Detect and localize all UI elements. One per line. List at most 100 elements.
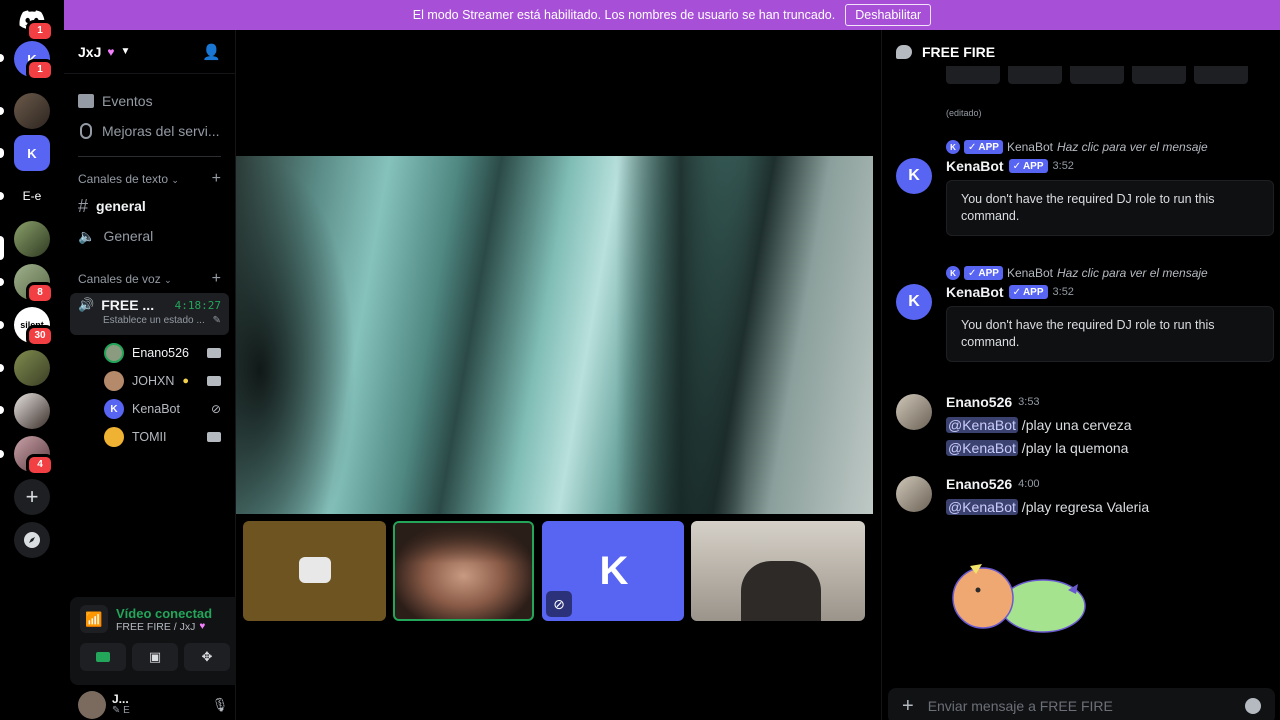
embed-button[interactable] [1132,66,1186,84]
reply-text[interactable]: Haz clic para ver el mensaje [1057,266,1208,280]
voice-user[interactable]: K KenaBot ⊘ [64,395,235,423]
app-tag-label: APP [978,141,999,153]
video-tile-camera-off[interactable] [243,521,386,621]
mention[interactable]: @KenaBot [946,440,1018,456]
person-shape [741,561,821,621]
server-photo-6[interactable]: 4 [14,436,54,476]
banner-text: El modo Streamer está habilitado. Los no… [412,8,836,22]
mention[interactable]: @KenaBot [946,499,1018,515]
edit-icon[interactable]: ✎ [213,315,221,326]
signal-icon[interactable]: 📶 [80,605,108,633]
message-composer[interactable]: + Enviar mensaje a FREE FIRE [888,688,1275,720]
reply-text[interactable]: Haz clic para ver el mensaje [1057,140,1208,154]
message-line: @KenaBot /play la quemona [946,437,1132,460]
message-author[interactable]: Enano526 [946,394,1012,410]
reply-author[interactable]: KenaBot [1007,266,1053,280]
discord-window: 1 K 1 K E-e 8 silent 30 [0,0,1280,720]
server-photo-2[interactable] [14,221,50,257]
server-avatar-image [14,221,50,257]
unread-pill [0,321,4,329]
microphone-icon[interactable]: 🎙 [212,697,229,713]
guild-header[interactable]: JxJ ♥ ▼ 👤 [64,30,235,74]
avatar[interactable]: K [896,284,932,320]
avatar [104,343,124,363]
add-attachment-icon[interactable]: + [902,695,914,718]
voice-user-name: TOMII [132,430,167,444]
kena-logo-icon: K [599,549,629,593]
events-item[interactable]: Eventos [64,86,235,116]
voice-user[interactable]: TOMII [64,423,235,451]
text-category[interactable]: Canales de texto ⌄ + [64,167,235,191]
server-photo-5[interactable] [14,393,50,429]
chevron-down-icon: ⌄ [164,275,172,285]
divider [78,156,221,157]
voice-category[interactable]: Canales de voz ⌄ + [64,267,235,291]
app-tag: ✓ APP [1008,159,1048,173]
channel-general-voice[interactable]: 🔈 General [64,221,235,251]
video-tile-user[interactable] [691,521,865,621]
app-tag: ✓ APP [964,140,1003,154]
voice-timer: 4:18:27 [174,298,221,312]
server-avatar-image [14,93,50,129]
avatar[interactable] [896,394,932,430]
events-label: Eventos [102,93,153,109]
app-tag: ✓ APP [964,266,1003,280]
screen-share-button[interactable]: ▣ [132,643,178,671]
sticker-image[interactable] [948,560,1088,644]
avatar[interactable] [78,691,106,719]
server-photo-3[interactable]: 8 [14,264,54,304]
video-tile-kenabot[interactable]: K ⊘ [542,521,684,621]
unread-badge: 4 [26,454,54,476]
unread-pill [0,364,4,372]
mention[interactable]: @KenaBot [946,417,1018,433]
message-input[interactable]: Enviar mensaje a FREE FIRE [928,698,1231,714]
voice-user[interactable]: JOHXN ● [64,367,235,395]
unread-pill [0,450,4,458]
app-tag-label: APP [1022,160,1044,172]
voice-connected-title[interactable]: Vídeo conectad [116,606,212,621]
video-tile-speaking[interactable] [393,521,534,621]
embed-button[interactable] [1008,66,1062,84]
channel-general-text[interactable]: # general [64,191,235,221]
message-author[interactable]: KenaBot [946,158,1004,174]
avatar[interactable] [896,476,932,512]
server-photo-4[interactable] [14,350,50,386]
app-tag: ✓ APP [1008,285,1048,299]
boost-icon [80,123,92,139]
avatar[interactable]: K [896,158,932,194]
server-rail: 1 K 1 K E-e 8 silent 30 [0,0,64,720]
camera-icon [207,376,221,386]
server-kena[interactable]: K 1 [14,41,54,81]
embed-button[interactable] [1194,66,1248,84]
message-embed: You don't have the required DJ role to r… [946,180,1274,236]
add-channel-icon[interactable]: + [212,270,221,288]
channel-sidebar: JxJ ♥ ▼ 👤 Eventos Mejoras del servi... C… [64,30,292,720]
message-author[interactable]: KenaBot [946,284,1004,300]
boosts-item[interactable]: Mejoras del servi... [64,116,235,146]
reply-author[interactable]: KenaBot [1007,140,1053,154]
emoji-icon[interactable] [1245,698,1261,714]
voice-channel-free-fire[interactable]: 🔊 FREE ... 4:18:27 Establece un estado .… [70,293,229,335]
add-server-button[interactable]: + [14,479,50,515]
server-photo-1[interactable] [14,93,50,129]
embed-button[interactable] [946,66,1000,84]
server-e-e[interactable]: E-e [14,178,50,214]
message-author[interactable]: Enano526 [946,476,1012,492]
server-silent[interactable]: silent 30 [14,307,54,347]
discord-home-button[interactable]: 1 [14,2,54,42]
add-channel-icon[interactable]: + [212,170,221,188]
embed-button[interactable] [1070,66,1124,84]
voice-connected-subtitle: FREE FIRE / JxJ [116,620,196,633]
explore-servers-button[interactable] [14,522,50,558]
camera-toggle-button[interactable] [80,643,126,671]
voice-status: Establece un estado ... [103,315,205,326]
invite-people-icon[interactable]: 👤 [202,43,221,61]
voice-user[interactable]: Enano526 [64,339,235,367]
main-video-feed[interactable] [236,156,873,514]
guild-name: JxJ [78,43,102,60]
server-kena-active[interactable]: K [14,135,50,171]
unread-badge: 8 [26,282,54,304]
video-shadow [236,156,356,514]
disable-streamer-button[interactable]: Deshabilitar [845,4,932,26]
activities-button[interactable]: ✥ [184,643,230,671]
